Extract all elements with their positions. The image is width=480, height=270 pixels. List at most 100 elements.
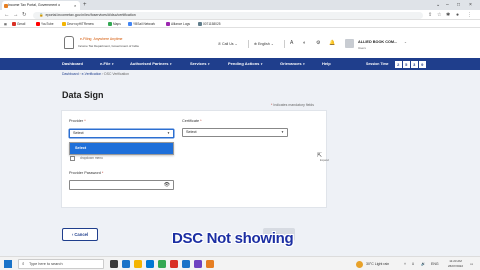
side-note: Expand [320,159,329,162]
breadcrumb: Dashboard › e-Verification › DSC Verific… [62,72,129,76]
bookmark-item[interactable]: Maps [108,20,121,28]
user-name[interactable]: ALLIED BOOK COM... [358,40,397,44]
eye-icon[interactable]: 👁 [164,182,170,189]
breadcrumb-current: DSC Verification [104,72,129,76]
notifications-icon[interactable]: ▭ [470,257,473,270]
taskbar: ⌕ Type here to search 30°C Light rain ˄ … [0,256,480,270]
chevron-down-icon: ▼ [281,130,284,134]
chevron-down-icon: ⌄ [270,42,274,46]
nav-help[interactable]: Help [322,58,331,70]
call-us-link[interactable]: ✆ Call Us ⌄ [218,42,238,46]
browser-tab[interactable]: Income Tax Portal, Government o × [2,1,80,10]
bookmark-apps-icon[interactable]: ▦ [4,20,7,28]
chevron-down-icon: ▾ [169,62,172,66]
accessibility-icon[interactable]: ◐ [303,40,306,46]
breadcrumb-middle[interactable]: e-Verification [82,72,102,76]
tray-up-icon[interactable]: ˄ [404,257,406,270]
reload-icon[interactable]: ↻ [22,10,27,20]
chevron-down-icon: ▾ [303,62,305,66]
session-digit: 2 [395,60,402,68]
tab-title: Income Tax Portal, Government o [8,3,61,7]
new-tab-button[interactable]: + [83,0,87,10]
bookmark-star-icon[interactable]: ☆ [437,10,441,20]
app-icon[interactable] [206,260,214,268]
weather-text[interactable]: 30°C Light rain [366,257,389,270]
chevron-down-icon: ▼ [167,131,170,135]
youtube-icon [36,22,40,26]
bookmark-item[interactable]: Dew royHITRenew [62,20,94,28]
search-icon: ⌕ [22,261,25,266]
text-size-icon[interactable]: A [290,40,293,46]
maximize-button[interactable]: □ [457,0,460,10]
language-select[interactable]: ⊕ English ⌄ [254,42,274,46]
logo-tagline: Anywhere Anytime [93,37,123,41]
clock-date: 26/07/2022 [448,264,464,268]
extensions-icon[interactable]: ✱ [446,10,450,20]
nav-dashboard[interactable]: Dashboard [62,58,83,70]
volume-icon[interactable]: 🔊 [421,257,425,270]
provider-password-input[interactable]: 👁 [69,180,174,190]
mouse-cursor-icon: ⇱ [317,153,323,159]
notification-bell-icon[interactable]: 🔔 [329,40,335,46]
chevron-down-icon: ▾ [207,62,210,66]
forward-icon[interactable]: → [13,10,19,20]
bookmark-item[interactable]: Gmail [12,20,25,28]
excel-icon[interactable] [158,260,166,268]
bookmark-item[interactable]: YouTube [36,20,54,28]
nav-e-file[interactable]: e-File ▾ [100,58,113,70]
address-bar-row: ← → ↻ 🔒 eportal.incometax.gov.in/iec/fose… [0,10,480,20]
certificate-label: Certificate * [182,119,202,123]
session-time-label: Session Time [366,62,389,66]
back-icon[interactable]: ← [4,10,10,20]
network-icon[interactable]: ⌸ [412,257,414,270]
bookmark-item[interactable]: Alliance Logs [166,20,190,28]
dropdown-option-select[interactable]: Select [70,143,173,154]
site-logo[interactable]: e-Filing Anywhere Anytime [78,36,122,42]
emblem-icon [64,36,74,49]
share-icon[interactable]: ⇪ [428,10,432,20]
gmail-icon [12,22,16,26]
minimize-button[interactable]: – [446,0,449,10]
bookmark-icon [198,22,202,26]
profile-icon[interactable]: ● [456,10,459,20]
browser-tab-bar: Income Tax Portal, Government o × + ⌄ – … [0,0,480,10]
certificate-select[interactable]: Select ▼ [182,128,288,137]
divider [248,40,249,48]
page-title: Data Sign [62,90,104,100]
nav-authorised-partners[interactable]: Authorised Partners ▾ [130,58,171,70]
breadcrumb-home[interactable]: Dashboard [62,72,79,76]
file-explorer-icon[interactable] [134,260,142,268]
bookmarks-bar: ▦ Gmail YouTube Dew royHITRenew Maps YBS… [0,20,480,28]
edge-icon[interactable] [122,260,130,268]
tab-favicon-icon [3,3,8,8]
divider [284,40,285,48]
bookmark-item[interactable]: 0071158025 [198,20,221,28]
cancel-button[interactable]: ‹ Cancel [62,228,98,241]
checkbox[interactable] [70,155,75,161]
nav-pending-actions[interactable]: Pending Actions ▾ [228,58,262,70]
word-icon[interactable] [182,260,190,268]
avatar[interactable] [345,39,354,48]
language-icon[interactable]: ENG [431,257,439,270]
task-view-icon[interactable] [110,260,118,268]
tray-clock[interactable]: 11:23 AM 26/07/2022 [448,259,463,269]
settings-icon[interactable]: ⚙ [316,40,320,46]
provider-select[interactable]: Select ▼ [69,129,174,138]
bookmark-item[interactable]: YBSail Network [128,20,155,28]
url-field[interactable]: 🔒 eportal.incometax.gov.in/iec/foservices… [33,11,423,19]
taskbar-search-input[interactable]: ⌕ Type here to search [18,259,104,269]
nav-grievances[interactable]: Grievances ▾ [280,58,305,70]
nav-services[interactable]: Services ▾ [190,58,209,70]
helper-text: dropdown menu [80,156,103,160]
menu-icon[interactable]: ⋮ [467,10,472,20]
close-window-button[interactable]: × [469,0,472,10]
app-icon[interactable] [194,260,202,268]
chevron-down-icon[interactable]: ⌄ [404,40,407,44]
chrome-icon[interactable] [170,260,178,268]
session-digit: 9 [419,60,426,68]
windows-start-icon[interactable] [4,260,12,268]
tab-search-icon[interactable]: ⌄ [436,0,440,10]
tab-close-icon[interactable]: × [74,1,76,10]
store-icon[interactable] [146,260,154,268]
chevron-down-icon: ⌄ [234,42,238,46]
